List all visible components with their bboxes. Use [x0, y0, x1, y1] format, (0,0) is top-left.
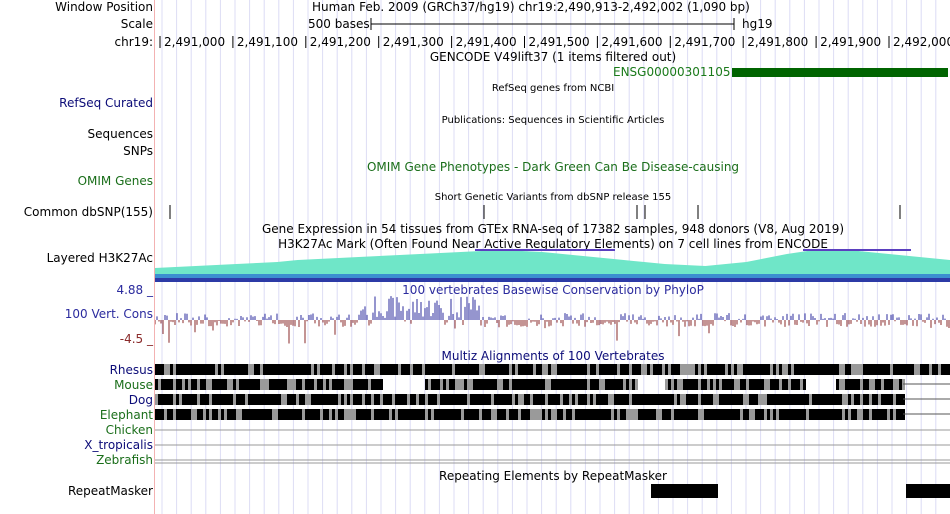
ruler-tick-label: 2,491,800 — [747, 35, 808, 49]
conservation-min-value: -4.5 _ — [119, 332, 153, 346]
repeat-element[interactable] — [651, 484, 718, 498]
ruler-tick-label: 2,491,500 — [529, 35, 590, 49]
ruler-tick-label: 2,492,000 — [893, 35, 950, 49]
snps-track-label[interactable]: SNPs — [123, 144, 153, 158]
base-position-ruler[interactable]: 2,491,000 2,491,100 2,491,200 2,491,300 2,49… — [155, 34, 950, 50]
dbsnp-track-label[interactable]: Common dbSNP(155) — [24, 205, 153, 219]
species-label[interactable]: Elephant — [100, 408, 153, 422]
dbsnp-variant-ticks[interactable] — [155, 204, 950, 220]
omim-track-label[interactable]: OMIM Genes — [78, 174, 153, 188]
conservation-max-value: 4.88 _ — [116, 283, 153, 297]
h3k27ac-track-label[interactable]: Layered H3K27Ac — [47, 251, 153, 265]
refseq-track-label[interactable]: RefSeq Curated — [59, 96, 153, 110]
ruler-label: chr19: — [114, 35, 153, 49]
scale-bar — [370, 18, 735, 30]
conservation-track-label[interactable]: 100 Vert. Cons — [65, 307, 153, 321]
multiz-track-title: Multiz Alignments of 100 Vertebrates — [441, 349, 665, 363]
species-label[interactable]: Dog — [129, 393, 153, 407]
h3k27ac-signal[interactable] — [155, 246, 950, 282]
ruler-tick-label: 2,491,300 — [383, 35, 444, 49]
ruler-tick-label: 2,491,600 — [601, 35, 662, 49]
publications-track-title: Publications: Sequences in Scientific Ar… — [441, 115, 665, 126]
conservation-track-title: 100 vertebrates Basewise Conservation by… — [402, 283, 704, 297]
ruler-tick-label: 2,491,400 — [456, 35, 517, 49]
gtex-track-title: Gene Expression in 54 tissues from GTEx … — [261, 222, 845, 236]
window-position-label: Window Position — [55, 0, 153, 14]
gencode-gene-feature[interactable] — [732, 68, 948, 77]
scale-label: Scale — [120, 17, 153, 31]
multiz-alignment-rows[interactable] — [155, 362, 950, 468]
ruler-tick-label: 2,491,100 — [237, 35, 298, 49]
window-position-text[interactable]: Human Feb. 2009 (GRCh37/hg19) chr19:2,49… — [312, 0, 750, 14]
conservation-wiggle[interactable] — [155, 296, 950, 348]
dbsnp-track-title: Short Genetic Variants from dbSNP releas… — [434, 192, 672, 203]
repeatmasker-track-label[interactable]: RepeatMasker — [68, 484, 153, 498]
refseq-track-title: RefSeq genes from NCBI — [491, 83, 615, 94]
omim-track-title: OMIM Gene Phenotypes - Dark Green Can Be… — [366, 160, 740, 174]
species-label[interactable]: Mouse — [114, 378, 153, 392]
scale-assembly: hg19 — [742, 17, 773, 31]
species-label[interactable]: X_tropicalis — [84, 438, 153, 452]
sequences-track-label[interactable]: Sequences — [88, 127, 153, 141]
repeat-element[interactable] — [906, 484, 950, 498]
ruler-tick-label: 2,491,000 — [164, 35, 225, 49]
gencode-gene-name[interactable]: ENSG00000301105 — [613, 65, 730, 79]
species-label[interactable]: Chicken — [106, 423, 153, 437]
ruler-tick-label: 2,491,900 — [820, 35, 881, 49]
ruler-tick-label: 2,491,700 — [674, 35, 735, 49]
repeatmasker-track-title: Repeating Elements by RepeatMasker — [439, 469, 667, 483]
gencode-track-title: GENCODE V49lift37 (1 items filtered out) — [429, 50, 677, 64]
species-label[interactable]: Rhesus — [110, 363, 153, 377]
species-label[interactable]: Zebrafish — [96, 453, 153, 467]
ruler-tick-label: 2,491,200 — [310, 35, 371, 49]
